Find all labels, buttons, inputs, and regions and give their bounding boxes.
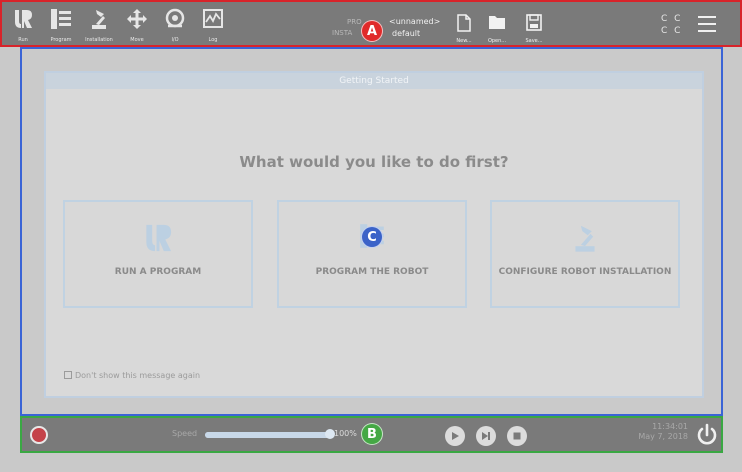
getting-started-dialog: Getting Started What would you like to d… <box>44 71 704 398</box>
tab-log-label: Log <box>208 37 218 43</box>
installation-label: INSTA <box>332 29 353 37</box>
installation-name-value: default <box>392 29 421 38</box>
tab-io-label: I/O <box>171 37 179 43</box>
tab-program[interactable]: Program <box>44 6 78 44</box>
program-the-robot-label: PROGRAM THE ROBOT <box>315 267 429 277</box>
step-button[interactable] <box>476 426 496 446</box>
checkbox-box[interactable] <box>64 371 72 379</box>
new-program-label: New... <box>456 38 472 44</box>
step-icon <box>482 432 490 440</box>
program-name-value: <unnamed> <box>389 17 441 26</box>
configure-robot-installation-button[interactable]: CONFIGURE ROBOT INSTALLATION <box>490 200 680 308</box>
run-a-program-label: RUN A PROGRAM <box>114 267 202 277</box>
tab-io[interactable]: I/O <box>158 6 192 44</box>
move-arrows-icon <box>127 9 147 29</box>
speed-label: Speed <box>172 429 198 438</box>
stop-icon <box>513 432 521 440</box>
tab-run[interactable]: Run <box>6 6 40 44</box>
play-icon <box>452 432 459 440</box>
hamburger-menu-icon[interactable] <box>698 16 716 32</box>
io-icon <box>165 8 185 28</box>
tab-installation-label: Installation <box>85 37 113 43</box>
save-icon <box>526 14 542 31</box>
tab-log[interactable]: Log <box>196 6 230 44</box>
save-program-button[interactable]: Save... <box>519 14 549 44</box>
open-program-label: Open... <box>487 38 507 44</box>
clock-time: 11:34:01 <box>652 422 688 431</box>
cc-indicator-bottom: C C <box>661 26 683 36</box>
cc-indicator-top: C C <box>661 14 683 24</box>
robot-arm-icon <box>575 225 595 252</box>
dialog-question: What would you like to do first? <box>239 153 509 171</box>
clock-date: May 7, 2018 <box>638 432 688 441</box>
folder-icon <box>489 16 505 29</box>
play-button[interactable] <box>445 426 465 446</box>
open-program-button[interactable]: Open... <box>482 14 512 44</box>
dialog-title: Getting Started <box>46 73 702 89</box>
power-icon[interactable] <box>695 423 719 447</box>
ur-logo-icon <box>15 10 32 28</box>
new-file-icon <box>457 14 471 32</box>
program-label: PRO <box>347 18 362 26</box>
speed-value: 100% <box>334 429 357 438</box>
footer-bar: Speed 100% B 11:34:01 May 7, 2018 <box>20 416 723 453</box>
tab-installation[interactable]: Installation <box>82 6 116 44</box>
marker-b: B <box>361 423 383 445</box>
tab-run-label: Run <box>18 37 28 43</box>
right-margin <box>723 47 742 472</box>
marker-c: C <box>361 226 383 248</box>
clock: 11:34:01 May 7, 2018 <box>618 422 688 442</box>
new-program-button[interactable]: New... <box>449 14 479 44</box>
ur-logo-icon <box>146 224 172 252</box>
robot-status-indicator[interactable] <box>30 426 48 444</box>
tab-move-label: Move <box>130 37 144 43</box>
tab-program-label: Program <box>50 37 72 43</box>
marker-a: A <box>361 20 383 42</box>
dont-show-checkbox[interactable]: Don't show this message again <box>64 371 200 380</box>
speed-slider-track[interactable] <box>205 432 330 438</box>
log-icon <box>203 9 223 28</box>
robot-arm-icon <box>92 10 106 29</box>
main-area: Getting Started What would you like to d… <box>20 47 723 416</box>
dont-show-label: Don't show this message again <box>75 371 201 380</box>
program-the-robot-button[interactable]: C PROGRAM THE ROBOT <box>277 200 467 308</box>
tab-move[interactable]: Move <box>120 6 154 44</box>
save-program-label: Save... <box>525 38 543 44</box>
program-icon <box>51 9 71 29</box>
header-toolbar: Run Program Installation Move I/O Log PR… <box>0 0 742 47</box>
run-a-program-button[interactable]: RUN A PROGRAM <box>63 200 253 308</box>
stop-button[interactable] <box>507 426 527 446</box>
configure-robot-installation-label: CONFIGURE ROBOT INSTALLATION <box>498 267 672 277</box>
speed-slider-fill <box>205 432 330 438</box>
